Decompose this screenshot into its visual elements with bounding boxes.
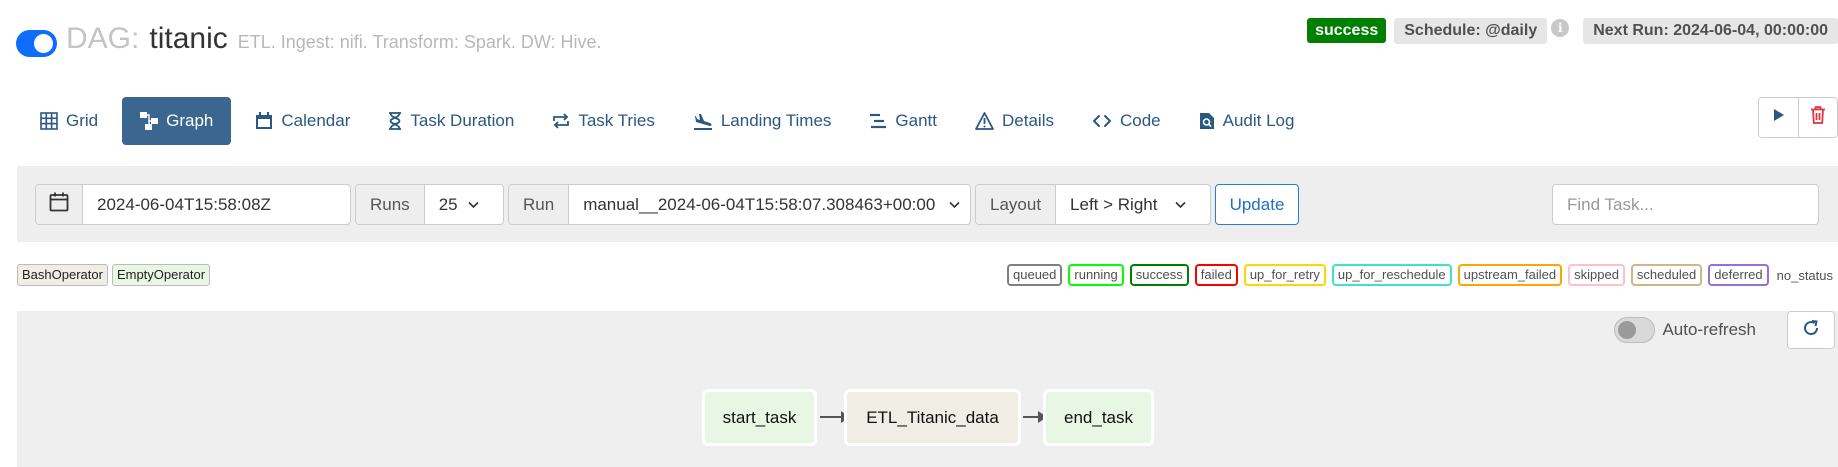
delete-dag-button[interactable] [1798,98,1837,137]
graph-icon [140,112,159,130]
tab-landing-times[interactable]: Landing Times [679,97,846,145]
dag-pause-toggle[interactable] [16,30,57,57]
dag-name: titanic [149,22,228,55]
code-icon [1092,112,1112,130]
run-value: manual__2024-06-04T15:58:07.308463+00:00 [583,194,936,214]
hourglass-icon [388,112,402,130]
state-running[interactable]: running [1068,264,1124,286]
layout-select[interactable]: Left > Right [1056,185,1210,224]
base-date-input[interactable]: 2024-06-04T15:58:08Z [83,185,285,224]
chevron-down-icon [939,198,970,212]
operator-legend: BashOperator EmptyOperator [17,264,211,286]
update-button[interactable]: Update [1215,184,1299,225]
state-queued[interactable]: queued [1007,264,1063,286]
tab-label: Task Tries [578,111,655,130]
status-badge: success [1307,18,1387,43]
auto-refresh-label: Auto-refresh [1662,320,1756,339]
runs-select[interactable]: 25 [425,185,503,224]
trash-icon [1810,106,1826,129]
layout-group: Layout Left > Right [975,184,1211,225]
dag-actions [1758,97,1838,138]
auto-refresh-toggle[interactable] [1614,317,1656,343]
find-task-input[interactable]: Find Task... [1552,184,1819,225]
state-legend: queued running success failed up_for_ret… [1007,264,1835,286]
state-success[interactable]: success [1129,264,1189,286]
gantt-icon [869,112,887,130]
calendar-icon [255,112,273,130]
toggle-knob [34,34,53,53]
tab-task-duration[interactable]: Task Duration [374,97,528,145]
runs-group: Runs 25 [355,184,504,225]
runs-value: 25 [438,194,458,214]
chevron-down-icon [458,198,489,212]
task-node-etl[interactable]: ETL_Titanic_data [844,389,1021,446]
tab-label: Details [1002,111,1054,130]
runs-label: Runs [356,185,425,224]
base-date-group: 2024-06-04T15:58:08Z [35,184,351,225]
tab-calendar[interactable]: Calendar [241,97,364,145]
state-failed[interactable]: failed [1194,264,1238,286]
tab-label: Calendar [281,111,351,130]
tab-graph[interactable]: Graph [122,97,232,145]
tab-label: Audit Log [1222,111,1295,130]
date-picker-button[interactable] [36,185,83,224]
auto-refresh-control: Auto-refresh [1614,317,1756,343]
refresh-icon [1802,319,1820,342]
tab-label: Gantt [895,111,938,130]
operator-tag-bash: BashOperator [17,264,108,286]
state-no-status[interactable]: no_status [1775,268,1835,283]
run-select[interactable]: manual__2024-06-04T15:58:07.308463+00:00 [569,185,970,224]
refresh-button[interactable] [1787,311,1835,349]
trigger-dag-button[interactable] [1759,98,1798,137]
tab-gantt[interactable]: Gantt [855,97,951,145]
retry-icon [552,112,570,130]
file-search-icon [1199,112,1215,130]
dag-header: DAG: titanic ETL. Ingest: nifi. Transfor… [0,0,1838,80]
dag-prefix: DAG: [66,22,140,55]
dag-description: ETL. Ingest: nifi. Transform: Spark. DW:… [237,32,602,52]
view-tabs: Grid Graph Calendar Task Duration Task T… [26,97,1318,145]
play-icon [1773,108,1785,127]
tab-details[interactable]: Details [961,97,1068,145]
plane-landing-icon [693,112,713,130]
chevron-down-icon [1165,198,1196,212]
state-upstream-failed[interactable]: upstream_failed [1457,264,1563,286]
tab-label: Code [1119,111,1161,130]
schedule-badge: Schedule: @daily [1394,18,1548,44]
task-node-end[interactable]: end_task [1043,389,1154,446]
toggle-knob [1618,321,1637,339]
page-title: DAG: titanic ETL. Ingest: nifi. Transfor… [66,22,602,56]
layout-value: Left > Right [1070,194,1158,214]
filter-bar: 2024-06-04T15:58:08Z Runs 25 Run manual_… [17,166,1838,242]
run-group: Run manual__2024-06-04T15:58:07.308463+0… [508,184,971,225]
warning-triangle-icon [975,112,994,130]
state-skipped[interactable]: skipped [1568,264,1625,286]
next-run-badge: Next Run: 2024-06-04, 00:00:00 [1583,18,1838,44]
operator-tag-empty: EmptyOperator [111,264,211,286]
state-deferred[interactable]: deferred [1708,264,1769,286]
state-up-for-retry[interactable]: up_for_retry [1243,264,1326,286]
tab-audit-log[interactable]: Audit Log [1185,97,1309,145]
run-label: Run [509,185,570,224]
edge-line [820,416,842,418]
tab-label: Graph [166,111,214,130]
tab-label: Landing Times [720,111,832,130]
header-right: success Schedule: @daily i Next Run: 202… [1307,18,1838,44]
state-scheduled[interactable]: scheduled [1630,264,1703,286]
tab-task-tries[interactable]: Task Tries [538,97,669,145]
graph-canvas[interactable]: Auto-refresh start_task ETL_Titanic_data… [17,311,1838,467]
layout-label: Layout [976,185,1057,224]
task-node-start[interactable]: start_task [702,389,817,446]
grid-icon [40,112,58,130]
info-icon[interactable]: i [1551,19,1570,37]
tab-label: Task Duration [410,111,515,130]
tab-grid[interactable]: Grid [26,97,112,145]
calendar-icon [49,192,69,217]
tab-label: Grid [66,111,99,130]
tab-code[interactable]: Code [1078,97,1175,145]
state-up-for-reschedule[interactable]: up_for_reschedule [1331,264,1452,286]
